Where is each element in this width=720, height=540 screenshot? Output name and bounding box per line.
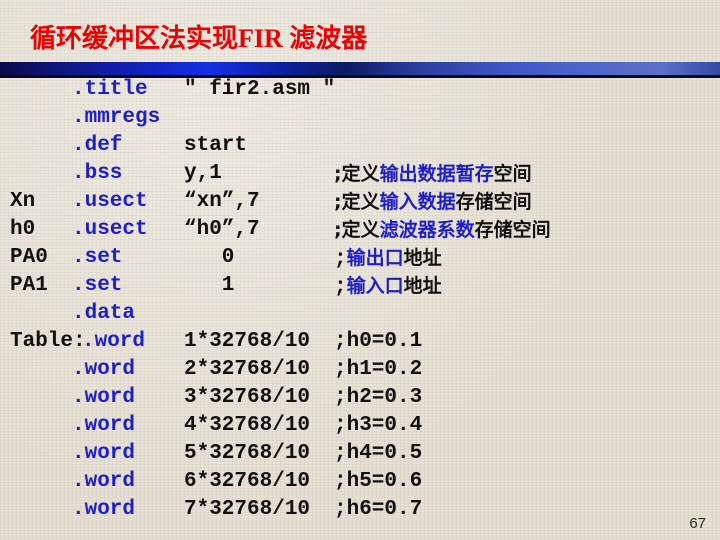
- code-comment: ;输入口地址: [334, 272, 442, 302]
- code-operands: 6*32768/10: [184, 470, 311, 493]
- code-operands: " fir2.asm ": [184, 78, 336, 101]
- code-line: .word 3*32768/10 ;h2=0.3: [0, 384, 720, 412]
- code-line: .title " fir2.asm ": [0, 76, 720, 104]
- code-line: .word 5*32768/10 ;h4=0.5: [0, 440, 720, 468]
- code-directive: .usect: [72, 190, 148, 213]
- comment-lead: ;h6=0.7: [334, 498, 423, 521]
- comment-tail: 存储空间: [455, 191, 532, 213]
- code-directive: .word: [72, 386, 136, 409]
- code-comment: ;定义输入数据存储空间: [334, 188, 532, 218]
- code-line: .def start: [0, 132, 720, 160]
- code-directive: .word: [72, 442, 136, 465]
- comment-tail: 地址: [403, 247, 442, 269]
- code-directive: .data: [72, 302, 136, 325]
- code-directive: .mmregs: [72, 106, 161, 129]
- code-line: .mmregs: [0, 104, 720, 132]
- code-label: Xn: [10, 190, 36, 213]
- code-comment: ;h2=0.3: [334, 384, 422, 412]
- code-comment: ;定义输出数据暂存空间: [334, 160, 532, 190]
- comment-lead: ;定义: [334, 219, 380, 241]
- slide-canvas: 循环缓冲区法实现FIR 滤波器 .title " fir2.asm " .mmreg…: [0, 0, 720, 540]
- code-label: PA1: [10, 274, 48, 297]
- code-line: .data: [0, 300, 720, 328]
- comment-highlight: 输出口: [346, 247, 404, 269]
- code-operands: “h0”,7: [184, 218, 260, 241]
- title-block: 循环缓冲区法实现FIR 滤波器: [0, 22, 720, 56]
- comment-tail: 存储空间: [474, 219, 551, 241]
- code-directive: .usect: [72, 218, 148, 241]
- code-line: .word 4*32768/10 ;h3=0.4: [0, 412, 720, 440]
- code-operands: “xn”,7: [184, 190, 260, 213]
- comment-lead: ;h3=0.4: [334, 414, 423, 437]
- code-directive: .word: [72, 414, 136, 437]
- code-line: .word 2*32768/10 ;h1=0.2: [0, 356, 720, 384]
- comment-highlight: 滤波器系数: [379, 219, 475, 241]
- code-line: PA0 .set 0 ;输出口地址: [0, 244, 720, 272]
- comment-tail: 空间: [493, 163, 532, 185]
- code-comment: ;h6=0.7: [334, 496, 422, 524]
- comment-lead: ;h2=0.3: [334, 386, 423, 409]
- page-number: 67: [689, 515, 706, 532]
- comment-lead: ;: [334, 276, 347, 299]
- code-operands: 2*32768/10: [184, 358, 311, 381]
- code-directive: .word: [82, 330, 146, 353]
- code-line: .word 7*32768/10 ;h6=0.7: [0, 496, 720, 524]
- code-operands: 1: [184, 274, 235, 297]
- code-line: .word 6*32768/10 ;h5=0.6: [0, 468, 720, 496]
- code-comment: ;h1=0.2: [334, 356, 422, 384]
- comment-lead: ;h1=0.2: [334, 358, 423, 381]
- comment-highlight: 输出数据暂存: [379, 163, 494, 185]
- code-line: Table:.word 1*32768/10 ;h0=0.1: [0, 328, 720, 356]
- comment-highlight: 输入数据: [379, 191, 456, 213]
- code-directive: .title: [72, 78, 148, 101]
- comment-lead: ;: [334, 248, 347, 271]
- code-operands: y,1: [184, 162, 222, 185]
- code-operands: 5*32768/10: [184, 442, 311, 465]
- code-operands: 4*32768/10: [184, 414, 311, 437]
- code-directive: .set: [72, 246, 123, 269]
- code-line: .bss y,1 ;定义输出数据暂存空间: [0, 160, 720, 188]
- code-operands: 0: [184, 246, 235, 269]
- code-label: PA0: [10, 246, 48, 269]
- code-comment: ;输出口地址: [334, 244, 442, 274]
- code-comment: ;h0=0.1: [334, 328, 422, 356]
- code-line: PA1 .set 1 ;输入口地址: [0, 272, 720, 300]
- assembly-code-listing: .title " fir2.asm " .mmregs .def start .bss y,…: [0, 76, 720, 524]
- comment-highlight: 输入口: [346, 275, 404, 297]
- code-directive: .bss: [72, 162, 123, 185]
- comment-lead: ;定义: [334, 191, 380, 213]
- code-directive: .set: [72, 274, 123, 297]
- code-directive: .def: [72, 134, 123, 157]
- code-comment: ;h4=0.5: [334, 440, 422, 468]
- code-directive: .word: [72, 470, 136, 493]
- code-operands: 3*32768/10: [184, 386, 311, 409]
- code-label: h0: [10, 218, 36, 241]
- comment-lead: ;h4=0.5: [334, 442, 423, 465]
- comment-lead: ;定义: [334, 163, 380, 185]
- comment-lead: ;h5=0.6: [334, 470, 423, 493]
- page-title: 循环缓冲区法实现FIR 滤波器: [30, 24, 368, 53]
- code-comment: ;定义滤波器系数存储空间: [334, 216, 551, 246]
- code-line: h0 .usect “h0”,7 ;定义滤波器系数存储空间: [0, 216, 720, 244]
- code-comment: ;h5=0.6: [334, 468, 422, 496]
- code-comment: ;h3=0.4: [334, 412, 422, 440]
- code-directive: .word: [72, 498, 136, 521]
- comment-tail: 地址: [403, 275, 442, 297]
- code-operands: start: [184, 134, 248, 157]
- code-operands: 1*32768/10: [184, 330, 311, 353]
- code-directive: .word: [72, 358, 136, 381]
- comment-lead: ;h0=0.1: [334, 330, 423, 353]
- code-line: Xn .usect “xn”,7 ;定义输入数据存储空间: [0, 188, 720, 216]
- code-label: Table:: [10, 330, 86, 353]
- code-operands: 7*32768/10: [184, 498, 311, 521]
